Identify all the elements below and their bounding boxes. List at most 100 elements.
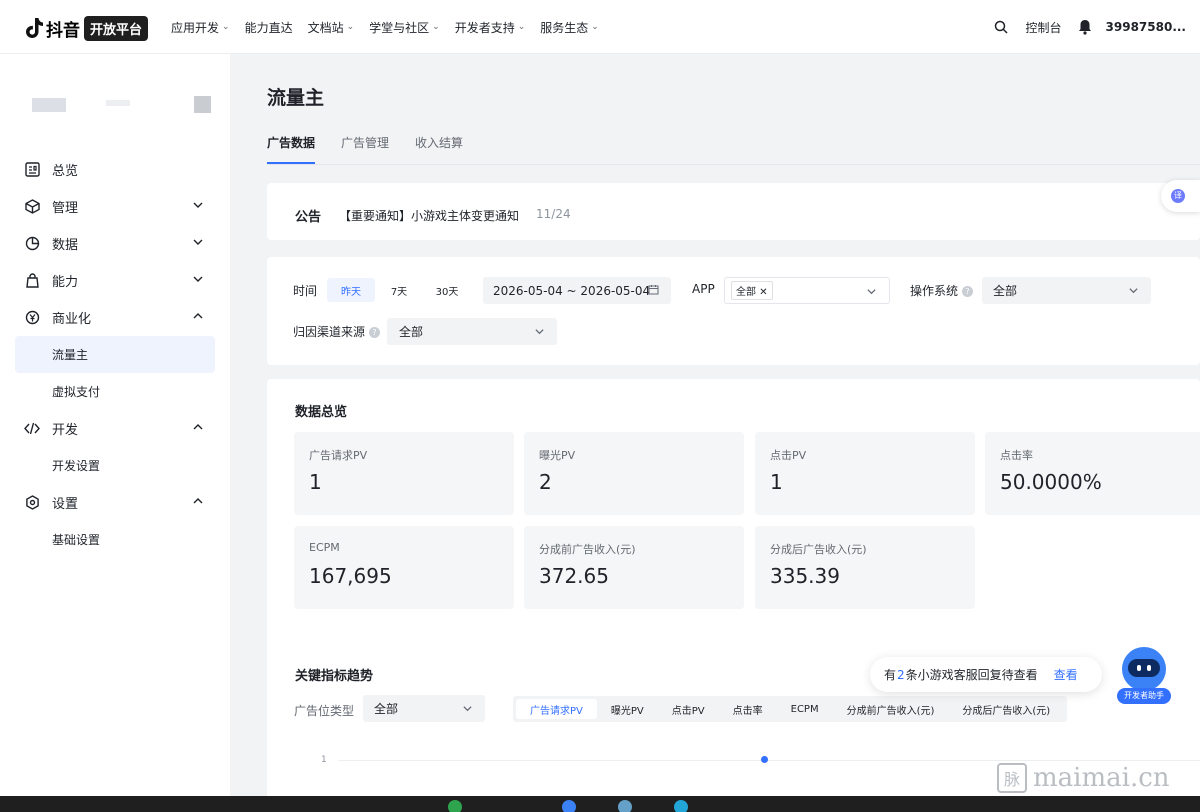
taskbar-app-icon[interactable] (448, 800, 462, 812)
translate-icon: 译 (1171, 189, 1185, 203)
taskbar-app-icon[interactable] (562, 800, 576, 812)
chevron-down-icon (1128, 285, 1139, 296)
os-label: 操作系统? (910, 282, 974, 299)
nav-item-app-dev[interactable]: 应用开发 ⌄ (171, 19, 230, 36)
help-icon[interactable]: ? (962, 286, 974, 297)
calendar-icon (648, 284, 659, 295)
sidebar-item-label: 管理 (52, 201, 79, 216)
nav-item-docs[interactable]: 文档站 ⌄ (308, 19, 355, 36)
chevron-down-icon: ⌄ (591, 22, 599, 32)
metric-tab-exposure-pv[interactable]: 曝光PV (597, 699, 658, 719)
sidebar-item-label: 总览 (52, 164, 79, 179)
avatar (32, 98, 66, 112)
translate-widget[interactable]: 译 (1161, 180, 1200, 212)
developer-assistant[interactable]: 开发者助手 (1117, 645, 1171, 705)
notice-date: 11/24 (536, 207, 571, 221)
logo[interactable]: 抖音 开放平台 (24, 15, 149, 41)
tab-divider (267, 164, 1200, 165)
chevron-down-icon (866, 286, 877, 297)
stat-label: 点击率 (1000, 449, 1033, 462)
stat-value: 335.39 (770, 564, 840, 588)
stat-label: 分成后广告收入(元) (770, 543, 867, 556)
channel-select[interactable]: 全部 (387, 318, 557, 345)
metric-tab-revenue-pre[interactable]: 分成前广告收入(元) (833, 699, 949, 719)
sidebar-item-capability[interactable]: 能力 (0, 262, 230, 299)
nav-label: 文档站 (307, 20, 344, 35)
user-id[interactable]: 39987580... (1106, 20, 1186, 34)
stat-revenue-post-share: 分成后广告收入(元) 335.39 (755, 526, 975, 609)
sidebar-item-develop[interactable]: 开发 (0, 410, 230, 447)
stat-value: 372.65 (539, 564, 609, 588)
douyin-note-icon (24, 17, 44, 39)
toast-view-link[interactable]: 查看 (1054, 666, 1078, 683)
top-nav: 应用开发 ⌄ 能力直达 文档站 ⌄ 学堂与社区 ⌄ 开发者支持 ⌄ 服务生态 ⌄ (171, 0, 614, 54)
taskbar-app-icon[interactable] (618, 800, 632, 812)
sidebar-item-settings[interactable]: 设置 (0, 484, 230, 521)
time-option-30d[interactable]: 30天 (423, 278, 471, 302)
date-range-value: 2026-05-04 ~ 2026-05-04 (493, 283, 651, 298)
time-option-7d[interactable]: 7天 (375, 278, 423, 302)
sidebar-item-label: 商业化 (52, 312, 92, 327)
taskbar-app-icon[interactable] (674, 800, 688, 812)
app-tag-label: 全部 (736, 287, 756, 298)
stat-label: ECPM (309, 541, 340, 554)
slot-type-select[interactable]: 全部 (363, 695, 485, 722)
tab-ad-management[interactable]: 广告管理 (341, 134, 389, 164)
help-icon[interactable]: ? (369, 327, 381, 338)
platform-badge: 开放平台 (84, 15, 149, 41)
stat-ctr: 点击率 50.0000% (985, 432, 1200, 515)
chart-data-point[interactable] (761, 756, 768, 763)
os-select[interactable]: 全部 (982, 277, 1151, 304)
os-label-text: 操作系统 (910, 284, 959, 298)
channel-label-text: 归因渠道来源 (293, 325, 366, 339)
chevron-up-icon (192, 310, 204, 322)
nav-label: 能力直达 (244, 20, 293, 35)
sidebar-item-label: 设置 (52, 497, 79, 512)
bell-icon[interactable] (1078, 19, 1092, 35)
tab-ad-data[interactable]: 广告数据 (267, 134, 316, 164)
sidebar-item-data[interactable]: 数据 (0, 225, 230, 262)
dashboard-icon (24, 162, 40, 178)
stat-value: 1 (770, 470, 783, 494)
metric-tab-ad-request-pv[interactable]: 广告请求PV (516, 699, 597, 719)
account-switcher[interactable] (32, 96, 212, 114)
os-taskbar (0, 796, 1200, 812)
account-switch-icon[interactable] (194, 96, 211, 113)
date-range-picker[interactable]: 2026-05-04 ~ 2026-05-04 (483, 277, 671, 304)
nav-item-capability[interactable]: 能力直达 (245, 19, 293, 36)
notice-link[interactable]: 【重要通知】小游戏主体变更通知 (339, 207, 519, 224)
nav-label: 应用开发 (171, 20, 220, 35)
overview-title: 数据总览 (295, 405, 348, 420)
console-link[interactable]: 控制台 (1026, 19, 1062, 36)
stat-label: 分成前广告收入(元) (539, 543, 636, 556)
nav-item-support[interactable]: 开发者支持 ⌄ (455, 19, 526, 36)
stat-value: 167,695 (309, 564, 392, 588)
sidebar-item-label: 能力 (52, 275, 79, 290)
sidebar-item-basic-settings[interactable]: 基础设置 (0, 521, 230, 558)
sidebar-item-monetization[interactable]: 商业化 (0, 299, 230, 336)
sidebar-item-dev-settings[interactable]: 开发设置 (0, 447, 230, 484)
search-icon[interactable] (994, 20, 1008, 34)
chevron-up-icon (192, 495, 204, 507)
stat-value: 50.0000% (1000, 470, 1102, 494)
nav-item-academy[interactable]: 学堂与社区 ⌄ (369, 19, 440, 36)
app-select[interactable]: 全部 ✕ (724, 277, 890, 304)
sidebar-item-virtual-pay[interactable]: 虚拟支付 (0, 373, 230, 410)
time-option-yesterday[interactable]: 昨天 (327, 278, 375, 302)
metric-tab-ecpm[interactable]: ECPM (777, 699, 833, 719)
metric-tab-revenue-post[interactable]: 分成后广告收入(元) (948, 699, 1064, 719)
bag-icon (24, 273, 40, 289)
sidebar-item-manage[interactable]: 管理 (0, 188, 230, 225)
metric-tab-click-pv[interactable]: 点击PV (658, 699, 719, 719)
tab-revenue-settlement[interactable]: 收入结算 (415, 134, 463, 164)
app-tag[interactable]: 全部 ✕ (731, 281, 773, 300)
chevron-down-icon (534, 326, 545, 337)
sidebar-item-traffic-master[interactable]: 流量主 (15, 336, 215, 373)
account-name-blurred (106, 100, 130, 106)
close-icon[interactable]: ✕ (759, 287, 767, 298)
sidebar-item-overview[interactable]: 总览 (0, 151, 230, 188)
metric-tab-ctr[interactable]: 点击率 (719, 699, 777, 719)
nav-item-ecosystem[interactable]: 服务生态 ⌄ (540, 19, 599, 36)
nav-label: 学堂与社区 (369, 20, 430, 35)
chevron-up-icon (192, 421, 204, 433)
